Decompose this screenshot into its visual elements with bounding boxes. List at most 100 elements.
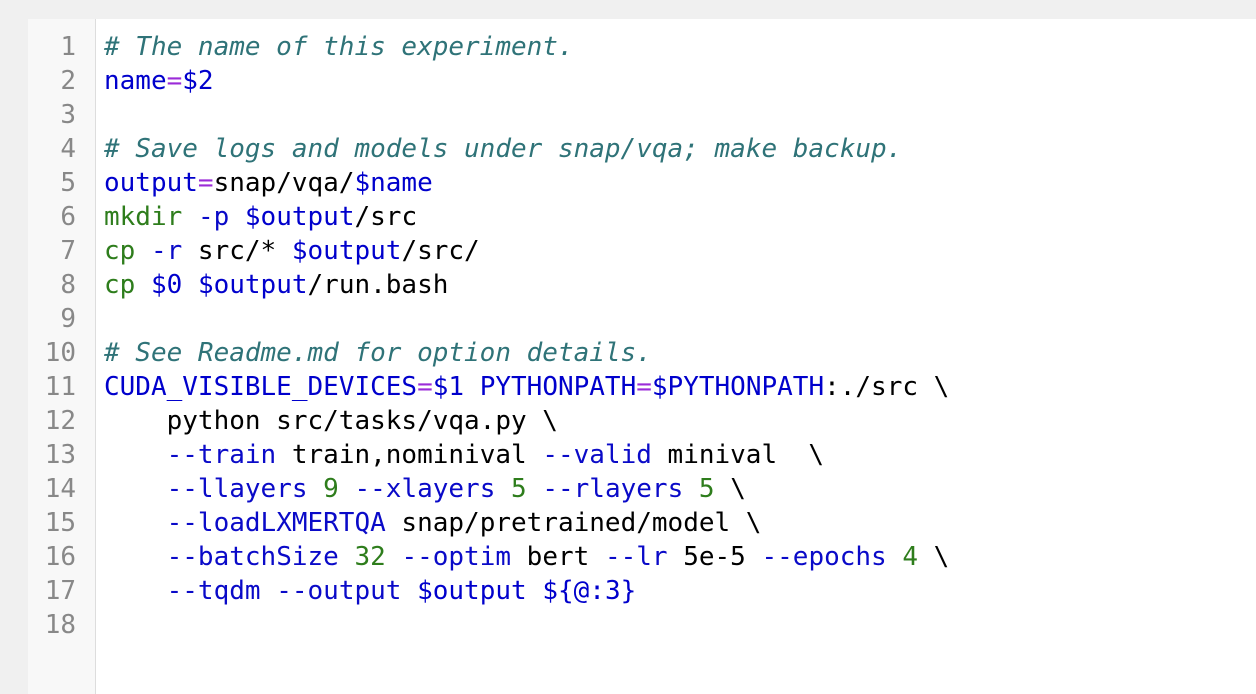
code-line[interactable]: 18 (28, 608, 1256, 642)
code-token-var: output (104, 168, 198, 198)
code-token-num: 4 (902, 542, 919, 572)
code-token-var: $output (244, 202, 355, 232)
code-token-flag: --rlayers (542, 474, 684, 504)
code-lines[interactable]: 1 # The name of this experiment. 2 name=$2 3… (28, 30, 1256, 642)
line-code[interactable]: --llayers 9 --xlayers 5 --rlayers 5 \ (104, 472, 746, 506)
code-editor[interactable]: 1 # The name of this experiment. 2 name=$2 3… (28, 19, 1256, 694)
code-line[interactable]: 7 cp -r src/* $output/src/ (28, 234, 1256, 268)
code-line[interactable]: 1 # The name of this experiment. (28, 30, 1256, 64)
line-number: 9 (60, 304, 76, 334)
code-token-cmd: cp (104, 236, 136, 266)
code-token-var: $2 (182, 66, 214, 96)
code-token-op: = (197, 168, 214, 198)
code-token-flag: -r (150, 236, 183, 266)
code-token-plain: bert (511, 542, 605, 572)
code-token-flag: --llayers (166, 474, 308, 504)
code-token-flag: -p (197, 202, 230, 232)
line-code[interactable]: --loadLXMERTQA snap/pretrained/model \ (104, 506, 762, 540)
code-line[interactable]: 11 CUDA_VISIBLE_DEVICES=$1 PYTHONPATH=$PY… (28, 370, 1256, 404)
line-number: 11 (44, 372, 76, 402)
line-number: 10 (44, 338, 76, 368)
line-code[interactable]: # See Readme.md for option details. (104, 336, 652, 370)
code-token-num: 5 (511, 474, 527, 504)
code-token-flag: --optim (401, 542, 512, 572)
code-line[interactable]: 5 output=snap/vqa/$name (28, 166, 1256, 200)
line-code[interactable]: cp $0 $output/run.bash (104, 268, 448, 302)
code-token-num: 5 (698, 474, 715, 504)
code-token-plain: src/* (182, 236, 292, 266)
line-code[interactable]: output=snap/vqa/$name (104, 166, 433, 200)
code-token-comment: # The name of this experiment. (104, 32, 574, 62)
code-token-num: 32 (354, 542, 386, 572)
code-line[interactable]: 4 # Save logs and models under snap/vqa; … (28, 132, 1256, 166)
code-token-var: $1 (432, 372, 465, 402)
code-line[interactable]: 10 # See Readme.md for option details. (28, 336, 1256, 370)
code-line[interactable]: 16 --batchSize 32 --optim bert --lr 5e-5… (28, 540, 1256, 574)
code-line[interactable]: 14 --llayers 9 --xlayers 5 --rlayers 5 \ (28, 472, 1256, 506)
code-token-var: name (104, 66, 167, 96)
code-token-plain: /run.bash (307, 270, 449, 300)
line-code[interactable]: # Save logs and models under snap/vqa; m… (104, 132, 902, 166)
line-code[interactable]: mkdir -p $output/src (104, 200, 417, 234)
code-line[interactable]: 8 cp $0 $output/run.bash (28, 268, 1256, 302)
code-line[interactable]: 6 mkdir -p $output/src (28, 200, 1256, 234)
line-code[interactable]: name=$2 (104, 64, 214, 98)
line-code[interactable]: CUDA_VISIBLE_DEVICES=$1 PYTHONPATH=$PYTH… (104, 370, 949, 404)
line-number: 17 (44, 576, 76, 606)
code-token-op: = (417, 372, 433, 402)
line-number: 3 (60, 100, 76, 130)
line-number: 16 (44, 542, 76, 572)
code-line[interactable]: 13 --train train,nominival --valid miniv… (28, 438, 1256, 472)
code-token-plain: minival \ (651, 440, 825, 470)
code-token-plain: /src (354, 202, 418, 232)
code-token-op: = (636, 372, 652, 402)
line-number: 18 (44, 610, 76, 640)
code-token-flag: --train (166, 440, 277, 470)
code-token-var: $name (354, 168, 433, 198)
line-number: 5 (60, 168, 76, 198)
code-token-comment: # See Readme.md for option details. (104, 338, 652, 368)
line-code[interactable]: --tqdm --output $output ${@:3} (104, 574, 637, 608)
code-line[interactable]: 9 (28, 302, 1256, 336)
code-token-plain: \ (918, 542, 950, 572)
code-token-plain: 5e-5 (667, 542, 762, 572)
line-number: 8 (60, 270, 76, 300)
code-line[interactable]: 17 --tqdm --output $output ${@:3} (28, 574, 1256, 608)
code-token-var: PYTHONPATH (479, 372, 637, 402)
code-token-plain: train,nominival (276, 440, 543, 470)
line-code[interactable]: python src/tasks/vqa.py \ (104, 404, 558, 438)
line-number: 2 (60, 66, 76, 96)
code-token-plain: snap/pretrained/model \ (385, 508, 762, 538)
code-token-comment: # Save logs and models under snap/vqa; m… (104, 134, 903, 164)
code-line[interactable]: 15 --loadLXMERTQA snap/pretrained/model … (28, 506, 1256, 540)
code-token-cmd: mkdir (104, 202, 183, 232)
line-code[interactable]: --train train,nominival --valid minival … (104, 438, 824, 472)
code-line[interactable]: 3 (28, 98, 1256, 132)
line-number: 4 (60, 134, 76, 164)
code-token-flag: --epochs (761, 542, 887, 572)
code-token-var: $output (291, 236, 402, 266)
code-token-var: CUDA_VISIBLE_DEVICES (104, 372, 418, 402)
code-line[interactable]: 2 name=$2 (28, 64, 1256, 98)
code-token-flag: --xlayers (354, 474, 496, 504)
code-line[interactable]: 12 python src/tasks/vqa.py \ (28, 404, 1256, 438)
line-number: 15 (44, 508, 76, 538)
line-code[interactable]: # The name of this experiment. (104, 30, 574, 64)
line-code[interactable]: --batchSize 32 --optim bert --lr 5e-5 --… (104, 540, 950, 574)
line-code[interactable]: cp -r src/* $output/src/ (104, 234, 480, 268)
